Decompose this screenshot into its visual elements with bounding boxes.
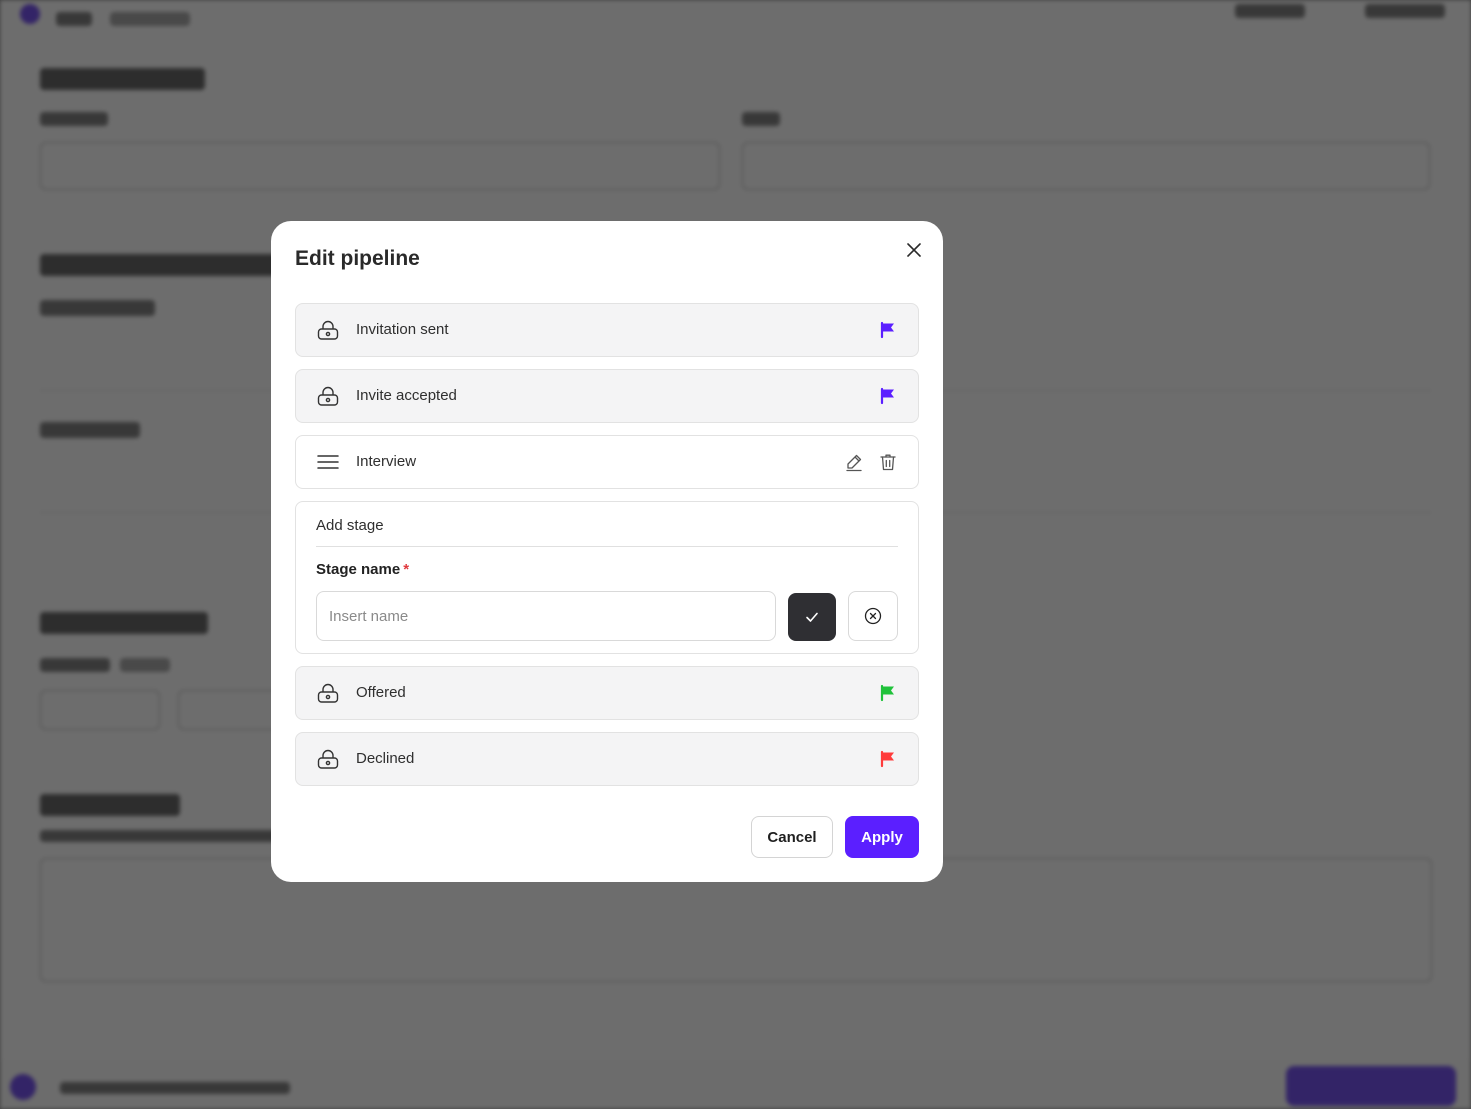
pencil-icon[interactable] bbox=[844, 452, 864, 472]
edit-pipeline-modal: Edit pipeline Invitation sent Invite acc… bbox=[271, 221, 943, 882]
trash-icon[interactable] bbox=[878, 452, 898, 472]
stage-label: Declined bbox=[356, 750, 415, 767]
flag-icon bbox=[880, 321, 894, 339]
discard-stage-button[interactable] bbox=[848, 591, 898, 641]
check-icon bbox=[806, 612, 818, 622]
close-button[interactable] bbox=[903, 239, 925, 261]
stage-label: Offered bbox=[356, 684, 406, 701]
required-asterisk: * bbox=[403, 561, 410, 578]
lock-icon bbox=[316, 681, 340, 705]
confirm-stage-button[interactable] bbox=[788, 593, 836, 641]
modal-title: Edit pipeline bbox=[295, 247, 420, 270]
close-icon bbox=[907, 243, 921, 257]
stage-label: Invite accepted bbox=[356, 387, 457, 404]
drag-handle-icon[interactable] bbox=[316, 450, 340, 474]
stage-row-declined: Declined bbox=[295, 732, 919, 786]
apply-button[interactable]: Apply bbox=[845, 816, 919, 858]
stage-label: Invitation sent bbox=[356, 321, 449, 338]
flag-icon bbox=[880, 750, 894, 768]
add-stage-form: Add stage Stage name * bbox=[295, 501, 919, 654]
stage-label: Interview bbox=[356, 453, 417, 470]
stage-row-offered: Offered bbox=[295, 666, 919, 720]
stage-name-input[interactable] bbox=[316, 591, 776, 641]
close-circle-icon bbox=[864, 607, 882, 625]
stage-name-label-text: Stage name bbox=[316, 561, 401, 578]
flag-icon bbox=[880, 387, 894, 405]
stage-name-label: Stage name * bbox=[316, 561, 409, 578]
stage-row-invitation-sent: Invitation sent bbox=[295, 303, 919, 357]
lock-icon bbox=[316, 384, 340, 408]
cancel-button[interactable]: Cancel bbox=[751, 816, 833, 858]
lock-icon bbox=[316, 318, 340, 342]
stage-row-interview[interactable]: Interview bbox=[295, 435, 919, 489]
stage-row-invite-accepted: Invite accepted bbox=[295, 369, 919, 423]
add-stage-divider bbox=[316, 546, 898, 547]
lock-icon bbox=[316, 747, 340, 771]
add-stage-title: Add stage bbox=[316, 517, 384, 534]
flag-icon bbox=[880, 684, 894, 702]
